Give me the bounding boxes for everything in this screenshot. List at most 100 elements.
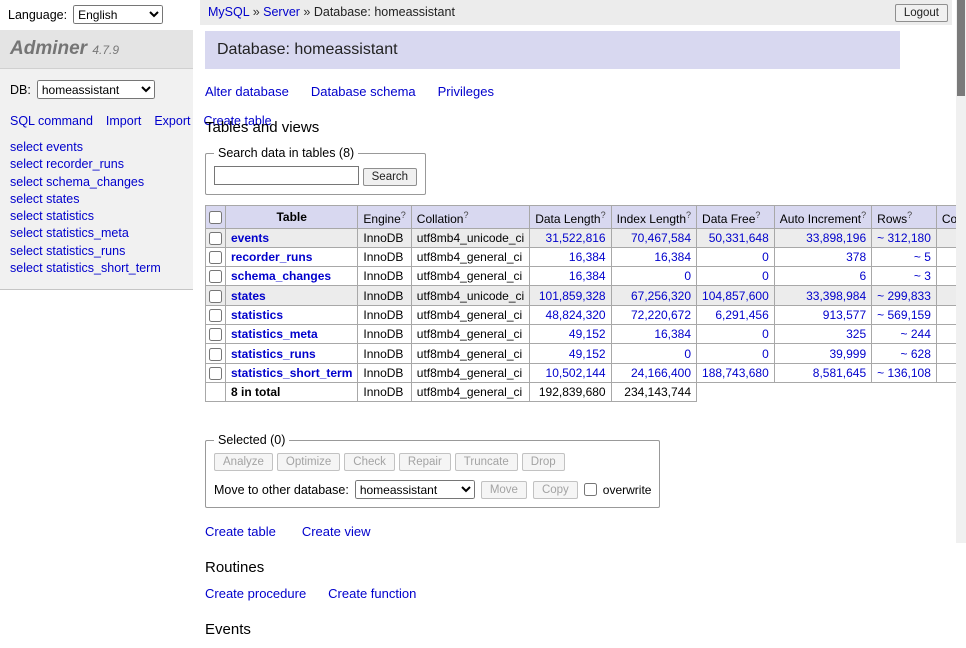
rows-count-link[interactable]: ~ 3 [914,269,931,283]
data-length-link[interactable]: 31,522,816 [546,231,606,245]
select-all-checkbox[interactable] [209,211,222,224]
breadcrumb-link-server[interactable]: Server [263,5,300,19]
row-checkbox[interactable] [209,348,222,361]
rows-count-link[interactable]: ~ 628 [901,347,931,361]
table-row: schema_changesInnoDButf8mb4_general_ci16… [206,267,966,286]
row-checkbox[interactable] [209,367,222,380]
sidebar-table-link-select-statistics-short-term[interactable]: select statistics_short_term [10,260,183,277]
rows-count-link[interactable]: ~ 136,108 [877,366,931,380]
table-name-link-states[interactable]: states [231,289,266,303]
auto-increment-link[interactable]: 913,577 [823,308,866,322]
routine-link-create-function[interactable]: Create function [328,586,416,601]
auto-increment-link[interactable]: 6 [859,269,866,283]
data-free-link[interactable]: 0 [762,347,769,361]
move-button[interactable]: Move [481,481,527,499]
rows-count-link[interactable]: ~ 5 [914,250,931,264]
data-free-link[interactable]: 6,291,456 [715,308,768,322]
bulk-analyze-button[interactable]: Analyze [214,453,273,471]
sidebar-table-link-select-statistics-runs[interactable]: select statistics_runs [10,243,183,260]
bulk-truncate-button[interactable]: Truncate [455,453,518,471]
rows-count-link[interactable]: ~ 244 [901,327,931,341]
data-length-link[interactable]: 16,384 [569,269,606,283]
index-length-link[interactable]: 0 [684,269,691,283]
data-free-link[interactable]: 0 [762,327,769,341]
table-name-link-events[interactable]: events [231,231,269,245]
bulk-optimize-button[interactable]: Optimize [277,453,340,471]
index-length-link[interactable]: 72,220,672 [631,308,691,322]
row-checkbox[interactable] [209,309,222,322]
table-name-link-schema-changes[interactable]: schema_changes [231,269,331,283]
row-checkbox[interactable] [209,251,222,264]
data-length-link[interactable]: 16,384 [569,250,606,264]
index-length-link[interactable]: 16,384 [654,327,691,341]
scrollbar[interactable] [956,0,966,543]
row-checkbox[interactable] [209,232,222,245]
search-button[interactable]: Search [363,168,417,186]
data-free-link[interactable]: 188,743,680 [702,366,769,380]
db-select[interactable]: homeassistant [37,80,155,99]
sidebar-table-link-select-recorder-runs[interactable]: select recorder_runs [10,156,183,173]
row-checkbox[interactable] [209,328,222,341]
sidebar-table-link-select-states[interactable]: select states [10,191,183,208]
create-link-create-table[interactable]: Create table [205,524,276,539]
auto-increment-link[interactable]: 33,398,984 [806,289,866,303]
bulk-drop-button[interactable]: Drop [522,453,565,471]
data-length-link[interactable]: 49,152 [569,347,606,361]
index-length-link[interactable]: 24,166,400 [631,366,691,380]
data-free-link[interactable]: 50,331,648 [709,231,769,245]
row-checkbox[interactable] [209,290,222,303]
copy-button[interactable]: Copy [533,481,578,499]
auto-increment-link[interactable]: 33,898,196 [806,231,866,245]
action-link-alter-database[interactable]: Alter database [205,84,289,99]
table-name-link-statistics[interactable]: statistics [231,308,283,322]
index-length-link[interactable]: 67,256,320 [631,289,691,303]
index-length-link[interactable]: 16,384 [654,250,691,264]
logout-button[interactable]: Logout [895,4,948,22]
rows-count-link[interactable]: ~ 312,180 [877,231,931,245]
auto-increment-link[interactable]: 8,581,645 [813,366,866,380]
routine-link-create-procedure[interactable]: Create procedure [205,586,306,601]
create-link-create-view[interactable]: Create view [302,524,371,539]
data-free-link[interactable]: 0 [762,250,769,264]
auto-increment-link[interactable]: 39,999 [829,347,866,361]
auto-increment-link[interactable]: 325 [846,327,866,341]
scrollbar-thumb[interactable] [957,0,965,96]
tables-heading: Tables and views [205,119,952,136]
sidebar-link-export[interactable]: Export [154,114,190,128]
data-free-link[interactable]: 104,857,600 [702,289,769,303]
rows-count-link[interactable]: ~ 299,833 [877,289,931,303]
data-length-link[interactable]: 101,859,328 [539,289,606,303]
row-checkbox[interactable] [209,270,222,283]
sidebar-table-link-select-schema-changes[interactable]: select schema_changes [10,174,183,191]
data-length-link[interactable]: 10,502,144 [546,366,606,380]
table-name-link-statistics-runs[interactable]: statistics_runs [231,347,316,361]
sidebar-link-sql-command[interactable]: SQL command [10,114,93,128]
index-length-link[interactable]: 70,467,584 [631,231,691,245]
language-select[interactable]: English [73,5,163,24]
table-name-link-recorder-runs[interactable]: recorder_runs [231,250,312,264]
bulk-check-button[interactable]: Check [344,453,395,471]
table-name-link-statistics-short-term[interactable]: statistics_short_term [231,366,352,380]
sidebar-table-link-select-statistics-meta[interactable]: select statistics_meta [10,225,183,242]
engine-cell: InnoDB [358,286,411,305]
data-length-link[interactable]: 49,152 [569,327,606,341]
action-link-privileges[interactable]: Privileges [438,84,494,99]
bulk-repair-button[interactable]: Repair [399,453,451,471]
sidebar-table-link-select-events[interactable]: select events [10,139,183,156]
column-header-rows: Rows? [872,205,937,228]
data-length-cell: 48,824,320 [530,305,611,324]
action-link-database-schema[interactable]: Database schema [311,84,416,99]
auto-increment-link[interactable]: 378 [846,250,866,264]
search-input[interactable] [214,166,359,185]
sidebar-link-import[interactable]: Import [106,114,141,128]
rows-count-link[interactable]: ~ 569,159 [877,308,931,322]
data-free-link[interactable]: 0 [762,269,769,283]
overwrite-checkbox[interactable] [584,483,597,496]
data-length-link[interactable]: 48,824,320 [546,308,606,322]
sidebar-table-link-select-statistics[interactable]: select statistics [10,208,183,225]
table-name-link-statistics-meta[interactable]: statistics_meta [231,327,318,341]
move-db-select[interactable]: homeassistant [355,480,475,499]
breadcrumb-link-mysql[interactable]: MySQL [208,5,249,19]
index-length-link[interactable]: 0 [684,347,691,361]
total-index-length-cell: 234,143,744 [611,383,696,402]
